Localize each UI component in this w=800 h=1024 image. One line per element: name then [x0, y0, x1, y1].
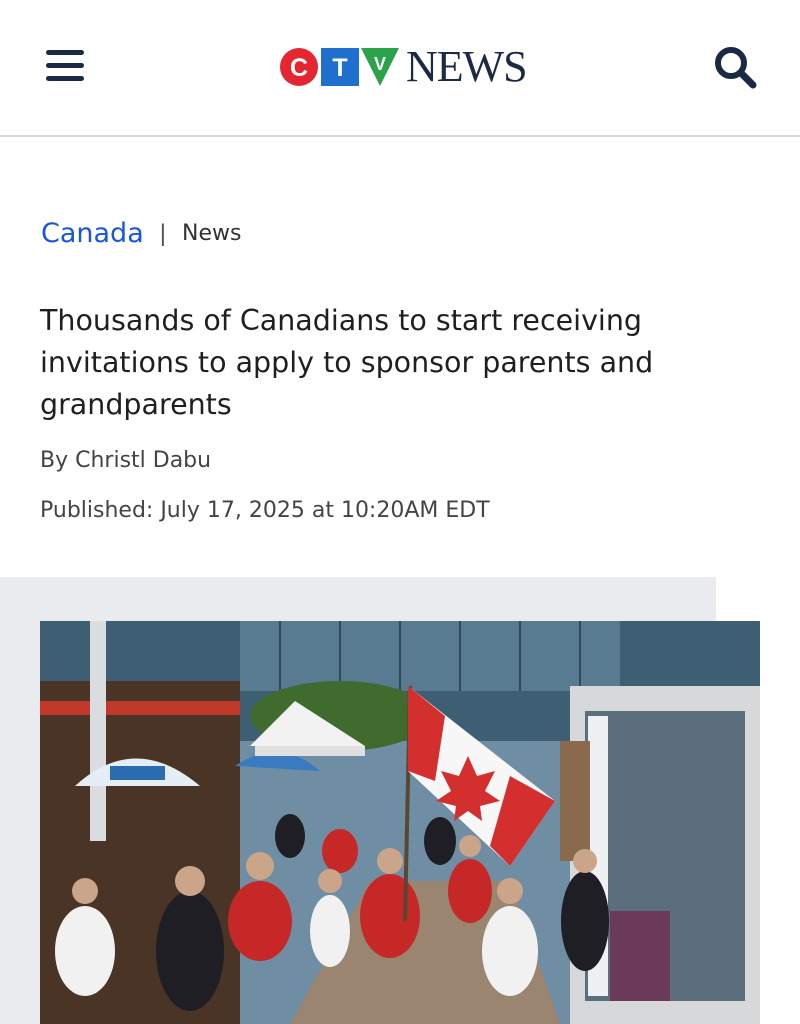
breadcrumb-news-link[interactable]: News	[182, 221, 241, 246]
logo-letter-v: V	[374, 54, 386, 74]
menu-line	[46, 50, 84, 55]
menu-line	[46, 63, 84, 68]
breadcrumb-separator: |	[159, 219, 166, 247]
article-byline: By Christl Dabu	[40, 448, 212, 473]
site-header: C T V NEWS	[0, 0, 800, 137]
breadcrumb: Canada | News	[41, 218, 241, 249]
breadcrumb-canada-link[interactable]: Canada	[41, 218, 144, 249]
logo-news-wordmark: NEWS	[406, 42, 528, 91]
search-icon[interactable]	[712, 44, 758, 90]
logo-letter-c: C	[290, 54, 308, 82]
hamburger-menu-icon[interactable]	[44, 48, 86, 84]
logo-letter-t: T	[332, 54, 347, 82]
article-hero-image[interactable]	[40, 621, 760, 1024]
menu-line	[46, 76, 84, 81]
article-published-date: Published: July 17, 2025 at 10:20AM EDT	[40, 498, 490, 523]
ctv-logo-mark: C T V	[280, 48, 399, 86]
article-headline: Thousands of Canadians to start receivin…	[40, 304, 654, 421]
ctv-news-logo[interactable]: C T V NEWS	[280, 42, 528, 91]
